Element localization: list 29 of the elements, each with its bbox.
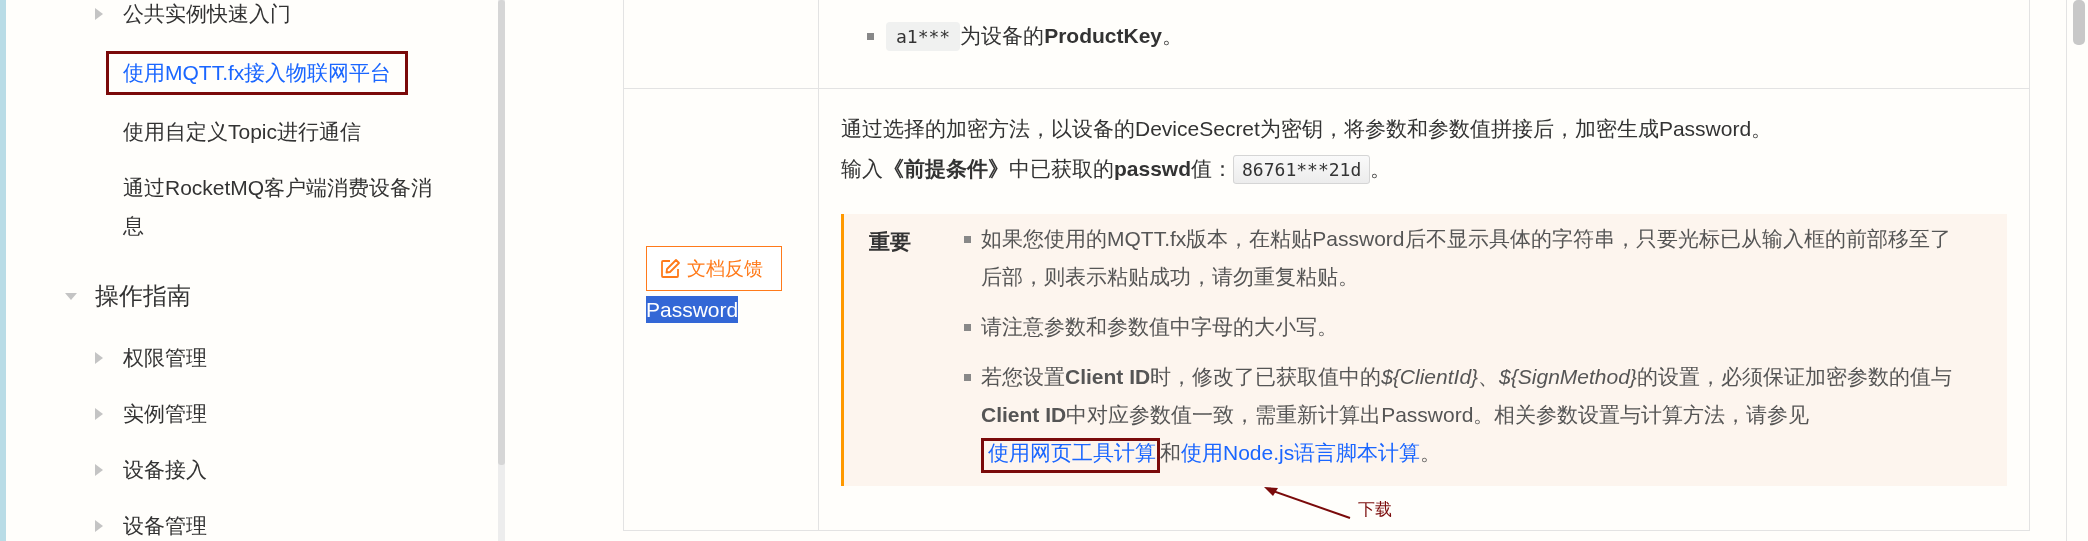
sidebar-item[interactable]: 操作指南 — [95, 277, 191, 315]
scrollbar[interactable] — [2066, 0, 2088, 541]
bullet-icon — [867, 32, 874, 40]
bullet-icon — [964, 324, 971, 331]
sidebar-item[interactable]: 公共实例快速入门 — [123, 0, 291, 33]
sidebar-item[interactable]: 使用自定义Topic进行通信 — [123, 113, 362, 151]
note-text: 请注意参数和参数值中字母的大小写。 — [981, 314, 1338, 340]
callout-text: 下载 — [1358, 499, 1392, 521]
sidebar-item[interactable]: 实例管理 — [123, 395, 207, 433]
sidebar-item[interactable]: 通过RocketMQ客户端消费设备消息 — [123, 169, 443, 245]
note-label: 重要 — [869, 229, 912, 255]
parameter-name: Password — [646, 295, 739, 323]
link[interactable]: 使用网页工具计算 — [981, 438, 1160, 473]
sidebar-item[interactable]: 权限管理 — [123, 339, 207, 377]
paragraph: 输入《前提条件》中已获取的passwd值： 86761***21d 。 — [841, 149, 2007, 190]
note-text: 若您设置Client ID时，修改了已获取值中的${ClientId}、${SignMethod}的设置，必须保证加密参数的值与Client ID中对应参数值一致，需重新计算出Password。相关参数设置与计算方法，请参见 使用网页工具计算 和使用Node.js语言脚本计算。 — [981, 358, 1954, 472]
bullet-icon — [964, 374, 971, 381]
link[interactable]: 使用Node.js语言脚本计算 — [1181, 441, 1421, 464]
inline-code: 86761***21d — [1233, 155, 1371, 184]
bullet-text: a1*** 为设备的ProductKey。 — [886, 22, 1184, 50]
edit-icon — [659, 257, 681, 280]
scrollbar[interactable] — [498, 0, 505, 541]
bullet-icon — [964, 236, 971, 243]
sidebar-item[interactable]: 设备管理 — [123, 507, 207, 541]
sidebar-item[interactable]: 使用MQTT.fx接入物联网平台 — [106, 51, 409, 95]
sidebar-item[interactable]: 设备接入 — [123, 451, 207, 489]
paragraph: 通过选择的加密方法，以设备的DeviceSecret为密钥，将参数和参数值拼接后，加密生成Password。 — [841, 116, 1774, 142]
note-text: 如果您使用的MQTT.fx版本，在粘贴Password后不显示具体的字符串，只要光标已从输入框的前部移至了后部，则表示粘贴成功，请勿重复粘贴。 — [981, 226, 1952, 290]
inline-code: a1*** — [886, 22, 961, 51]
